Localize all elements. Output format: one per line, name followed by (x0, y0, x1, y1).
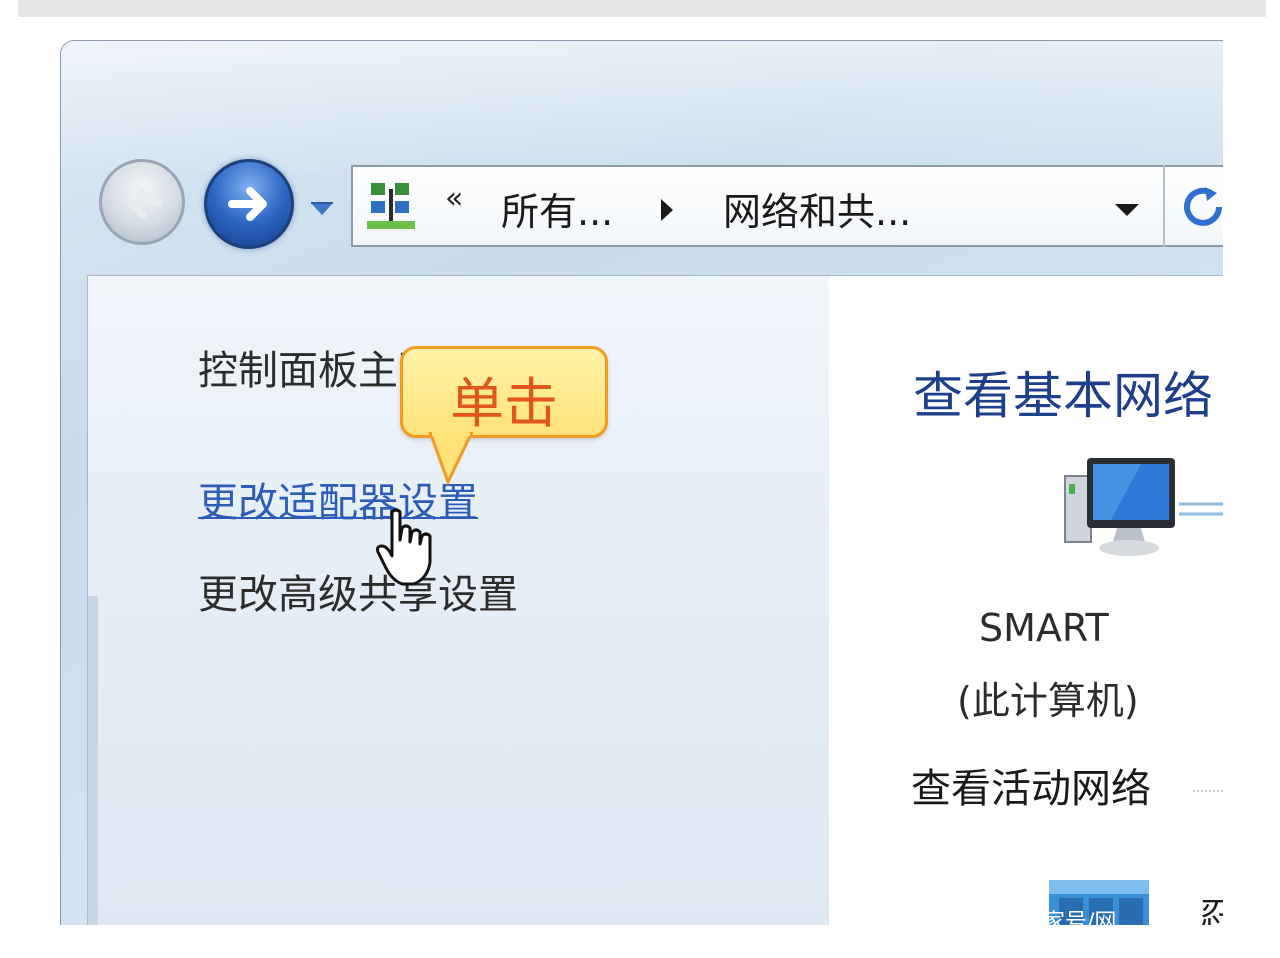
task-pane: 控制面板主页 更改适配器设置 更改高级共享设置 单击 (87, 275, 830, 925)
active-networks-heading: 查看活动网络 (911, 766, 1151, 812)
address-overflow-chevron[interactable]: « (445, 181, 463, 216)
hand-cursor-icon (376, 508, 432, 586)
left-scroll-track (88, 596, 98, 925)
top-strip (18, 0, 1266, 17)
callout-tail (428, 432, 474, 486)
separator-dots (1193, 790, 1223, 792)
chevron-down-icon (311, 202, 333, 215)
clipped-glyph: 忍 (1199, 888, 1223, 925)
computer-name: SMART (979, 606, 1109, 650)
explorer-window: « 所有... 网络和共... 控制面板主页 更改适配器设置 更改高级共享设置 … (60, 40, 1223, 925)
triangle-right-icon[interactable] (657, 197, 677, 223)
network-center-icon (367, 183, 415, 229)
address-dropdown-icon[interactable] (1113, 201, 1141, 219)
page-title: 查看基本网络 (913, 367, 1213, 425)
breadcrumb-network-sharing[interactable]: 网络和共... (723, 181, 911, 236)
change-advanced-sharing-link[interactable]: 更改高级共享设置 (198, 562, 518, 620)
content-pane: 查看基本网络 SMART (此计算机) 查看活动网络 家号/网 (829, 275, 1223, 925)
computer-icon[interactable] (1061, 454, 1181, 564)
network-connection-line (1179, 502, 1223, 516)
callout-text: 单击 (450, 372, 558, 435)
refresh-icon (1184, 187, 1222, 226)
click-callout: 单击 (400, 346, 608, 438)
breadcrumb-all[interactable]: 所有... (501, 181, 613, 236)
refresh-button[interactable] (1163, 165, 1223, 247)
window-gloss (61, 41, 1223, 171)
address-bar[interactable]: « 所有... 网络和共... (351, 165, 1223, 247)
history-dropdown-button[interactable] (305, 191, 339, 225)
network-label: 家号/网 (1043, 910, 1117, 925)
forward-button[interactable] (204, 159, 294, 249)
back-button[interactable] (99, 159, 185, 245)
forward-arrow-icon (228, 187, 267, 221)
back-arrow-icon (127, 187, 163, 219)
computer-subtitle: (此计算机) (957, 679, 1139, 723)
